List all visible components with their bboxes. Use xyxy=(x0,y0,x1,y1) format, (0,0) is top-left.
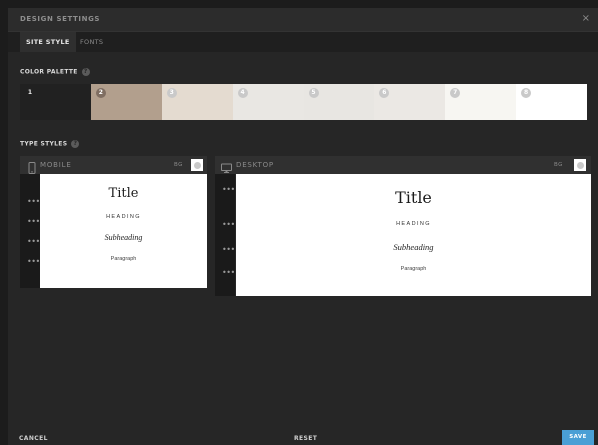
save-button[interactable]: SAVE xyxy=(562,430,594,445)
swatch-number: 8 xyxy=(521,88,532,98)
swatch-number: 7 xyxy=(450,88,461,98)
dialog-titlebar: DESIGN SETTINGS × xyxy=(8,8,598,32)
mobile-row-menu-rail: ••• ••• ••• ••• xyxy=(20,174,40,288)
mobile-preview-canvas: Title HEADING Subheading Paragraph xyxy=(40,174,207,288)
paragraph-sample[interactable]: Paragraph xyxy=(236,266,591,272)
mobile-panel-title: MOBILE xyxy=(40,161,72,169)
color-swatch-5[interactable]: 5 xyxy=(303,84,375,120)
color-swatch-1[interactable]: 1 xyxy=(20,84,91,120)
reset-button[interactable]: RESET xyxy=(294,435,317,442)
title-sample[interactable]: Title xyxy=(236,188,591,207)
tab-site-style[interactable]: SITE STYLE xyxy=(20,32,76,52)
dialog-footer: CANCEL RESET SAVE xyxy=(8,430,598,445)
color-palette-title: COLOR PALETTE xyxy=(20,68,78,76)
title-sample[interactable]: Title xyxy=(40,186,207,201)
help-icon[interactable]: ? xyxy=(71,140,80,148)
row-menu-icon[interactable]: ••• xyxy=(27,238,40,246)
design-settings-dialog: DESIGN SETTINGS × SITE STYLE FONTS COLOR… xyxy=(8,8,598,445)
cancel-button[interactable]: CANCEL xyxy=(19,435,48,442)
tab-bar: SITE STYLE FONTS xyxy=(8,32,598,52)
dialog-title: DESIGN SETTINGS xyxy=(20,15,101,23)
bg-label: BG xyxy=(174,162,183,168)
paragraph-sample[interactable]: Paragraph xyxy=(40,256,207,262)
swatch-number: 6 xyxy=(379,88,390,98)
color-swatch-4[interactable]: 4 xyxy=(232,84,304,120)
desktop-preview-canvas: Title HEADING Subheading Paragraph xyxy=(236,174,591,296)
subheading-sample[interactable]: Subheading xyxy=(40,233,207,242)
desktop-type-panel: DESKTOP BG ••• ••• ••• ••• Title HEADING… xyxy=(215,156,591,296)
desktop-panel-title: DESKTOP xyxy=(236,161,274,169)
row-menu-icon[interactable]: ••• xyxy=(222,269,235,277)
mobile-bg-color-picker[interactable] xyxy=(191,159,203,171)
row-menu-icon[interactable]: ••• xyxy=(222,246,235,254)
type-styles-title: TYPE STYLES xyxy=(20,140,68,148)
swatch-number: 4 xyxy=(237,88,248,98)
swatch-number: 1 xyxy=(27,89,33,96)
mobile-panel-header: MOBILE BG xyxy=(20,156,207,174)
heading-sample[interactable]: HEADING xyxy=(40,214,207,220)
desktop-panel-header: DESKTOP BG xyxy=(215,156,591,174)
row-menu-icon[interactable]: ••• xyxy=(27,258,40,266)
color-swatch-8[interactable]: 8 xyxy=(516,84,587,120)
row-menu-icon[interactable]: ••• xyxy=(27,218,40,226)
row-menu-icon[interactable]: ••• xyxy=(222,221,235,229)
desktop-row-menu-rail: ••• ••• ••• ••• xyxy=(215,174,235,296)
swatch-number: 2 xyxy=(95,88,106,98)
heading-sample[interactable]: HEADING xyxy=(236,221,591,227)
color-swatch-6[interactable]: 6 xyxy=(374,84,446,120)
subheading-sample[interactable]: Subheading xyxy=(236,242,591,252)
color-swatch-7[interactable]: 7 xyxy=(445,84,517,120)
color-palette: 1 2 3 4 5 6 7 8 xyxy=(20,84,587,120)
bg-label: BG xyxy=(554,162,563,168)
type-styles-label: TYPE STYLES? xyxy=(20,140,80,148)
color-palette-label: COLOR PALETTE? xyxy=(20,68,90,76)
swatch-number: 5 xyxy=(308,88,319,98)
color-swatch-3[interactable]: 3 xyxy=(161,84,233,120)
tab-fonts[interactable]: FONTS xyxy=(74,32,109,52)
row-menu-icon[interactable]: ••• xyxy=(222,186,235,194)
help-icon[interactable]: ? xyxy=(81,68,90,76)
close-icon[interactable]: × xyxy=(582,13,590,25)
row-menu-icon[interactable]: ••• xyxy=(27,198,40,206)
swatch-number: 3 xyxy=(166,88,177,98)
desktop-bg-color-picker[interactable] xyxy=(574,159,586,171)
color-swatch-2[interactable]: 2 xyxy=(90,84,162,120)
mobile-type-panel: MOBILE BG ••• ••• ••• ••• Title HEADING … xyxy=(20,156,207,288)
